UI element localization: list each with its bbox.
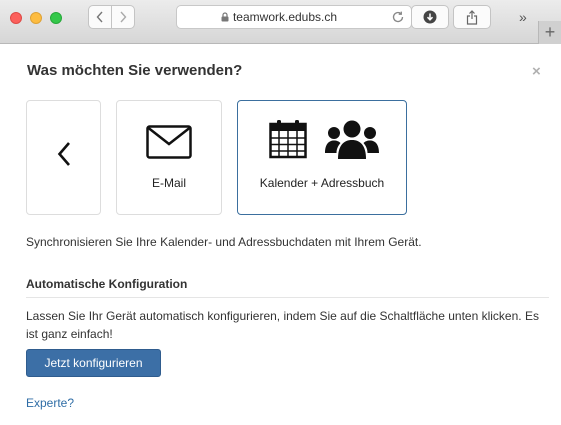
auto-config-heading: Automatische Konfiguration <box>26 277 188 291</box>
new-tab-button[interactable]: + <box>538 21 561 44</box>
download-icon <box>423 10 437 24</box>
envelope-icon <box>117 125 221 159</box>
chevron-left-icon <box>27 141 100 167</box>
email-card[interactable]: E-Mail <box>116 100 222 215</box>
forward-button[interactable] <box>111 5 135 29</box>
configure-now-button[interactable]: Jetzt konfigurieren <box>26 349 161 377</box>
back-card[interactable] <box>26 100 101 215</box>
chevron-right-icon <box>120 11 127 23</box>
users-icon <box>325 119 379 159</box>
back-button[interactable] <box>88 5 112 29</box>
calendar-card-label: Kalender + Adressbuch <box>259 176 385 190</box>
url-text: teamwork.edubs.ch <box>232 10 338 24</box>
section-divider <box>26 297 549 298</box>
calendar-addressbook-card[interactable]: Kalender + Adressbuch <box>237 100 407 215</box>
calendar-icon <box>269 119 307 159</box>
email-card-label: E-Mail <box>151 176 186 190</box>
share-button[interactable] <box>453 5 491 29</box>
modal-title: Was möchten Sie verwenden? <box>27 62 243 79</box>
downloads-button[interactable] <box>411 5 449 29</box>
close-icon[interactable]: × <box>532 63 541 80</box>
reload-icon[interactable] <box>391 10 405 24</box>
minimize-window-button[interactable] <box>30 12 42 24</box>
description-text: Synchronisieren Sie Ihre Kalender- und A… <box>26 235 422 249</box>
lock-icon <box>221 12 229 22</box>
browser-toolbar: teamwork.edubs.ch » + <box>0 0 561 44</box>
expert-link[interactable]: Experte? <box>26 396 74 410</box>
more-icon[interactable]: » <box>519 9 527 25</box>
zoom-window-button[interactable] <box>50 12 62 24</box>
address-bar[interactable]: teamwork.edubs.ch <box>176 5 412 29</box>
auto-config-text: Lassen Sie Ihr Gerät automatisch konfigu… <box>26 309 539 341</box>
close-window-button[interactable] <box>10 12 22 24</box>
share-icon <box>466 9 478 25</box>
chevron-left-icon <box>96 11 103 23</box>
